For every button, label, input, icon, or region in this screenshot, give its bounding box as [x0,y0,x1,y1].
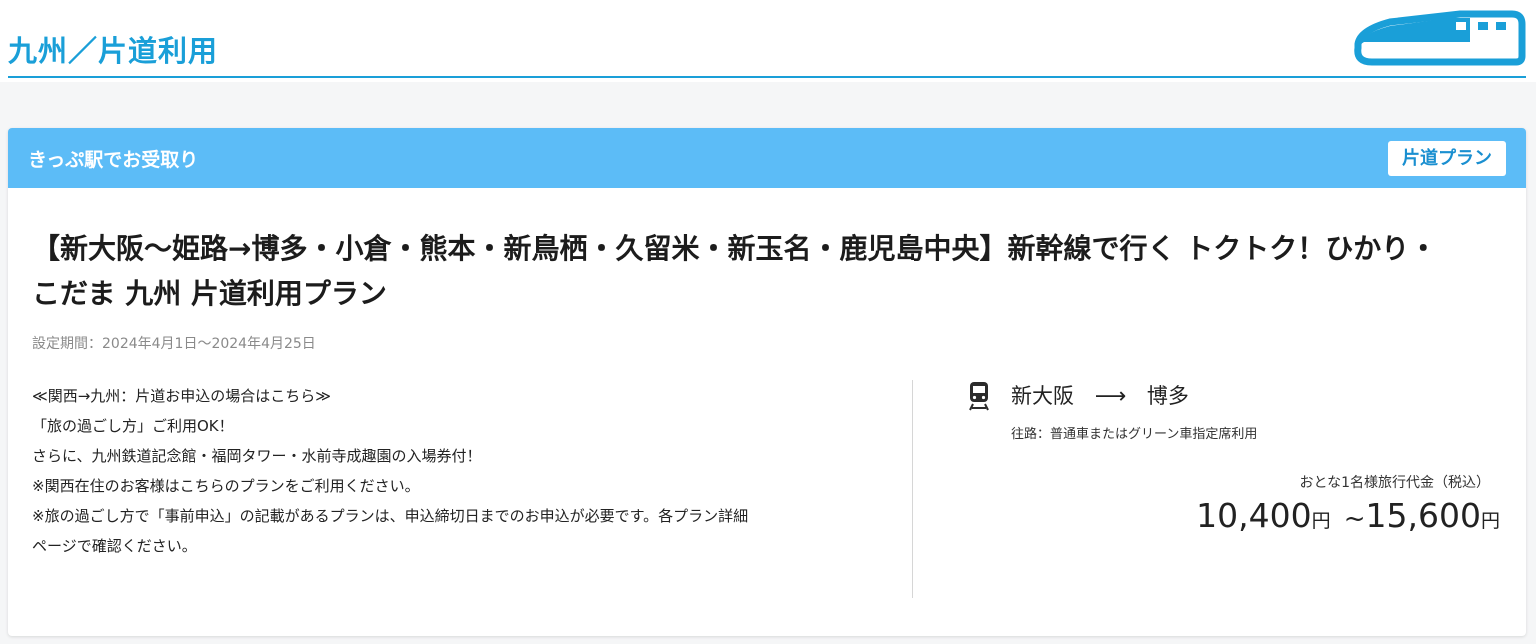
description-line: ※関西在住のお客様はこちらのプランをご利用ください。 [32,477,420,495]
description-line: ※旅の過ごし方で「事前申込」の記載があるプランは、申込締切日までのお申込が必要で… [32,507,749,525]
route: 新大阪 ⟶ 博多 [1011,380,1189,410]
price-unit: 円 [1311,510,1331,532]
price-separator: ~ [1343,504,1366,534]
description-line: 「旅の過ごし方」ご利用OK！ [32,417,234,435]
route-seat-note: 往路：普通車またはグリーン車指定席利用 [1011,427,1258,442]
price-min: 10,400 [1196,496,1312,535]
route-origin: 新大阪 [1011,384,1074,408]
price-unit: 円 [1480,510,1500,532]
price-max: 15,600 [1365,496,1481,535]
description-line: ≪関西→九州：片道お申込の場合はこちら≫ [32,387,331,405]
plan-description: ≪関西→九州：片道お申込の場合はこちら≫ 「旅の過ごし方」ご利用OK！ さらに、… [32,381,892,561]
route-destination: 博多 [1146,384,1189,408]
column-divider [912,380,913,598]
price-label: おとな1名様旅行代金（税込） [1299,475,1491,491]
header-divider [8,76,1526,78]
description-line: さらに、九州鉄道記念館・福岡タワー・水前寺成趣園の入場券付！ [32,447,482,465]
plan-title[interactable]: 【新大阪〜姫路→博多・小倉・熊本・新鳥栖・久留米・新玉名・鹿児島中央】新幹線で行… [32,226,1452,316]
ticket-pickup-label: きっぷ駅でお受取り [28,149,199,171]
page-header: 九州／片道利用 [0,0,1536,82]
description-line: ページで確認ください。 [32,537,197,555]
price-range: 10,400円 ~15,600円 [1196,496,1500,535]
page-title: 九州／片道利用 [8,34,219,68]
plan-period: 設定期間：2024年4月1日〜2024年4月25日 [32,336,316,352]
train-icon [968,380,990,416]
route-arrow-icon: ⟶ [1094,384,1127,409]
plan-type-badge: 片道プラン [1388,141,1506,176]
shinkansen-icon [1350,6,1530,72]
card-header: きっぷ駅でお受取り 片道プラン [8,128,1526,188]
plan-card[interactable]: きっぷ駅でお受取り 片道プラン 【新大阪〜姫路→博多・小倉・熊本・新鳥栖・久留米… [8,128,1526,636]
